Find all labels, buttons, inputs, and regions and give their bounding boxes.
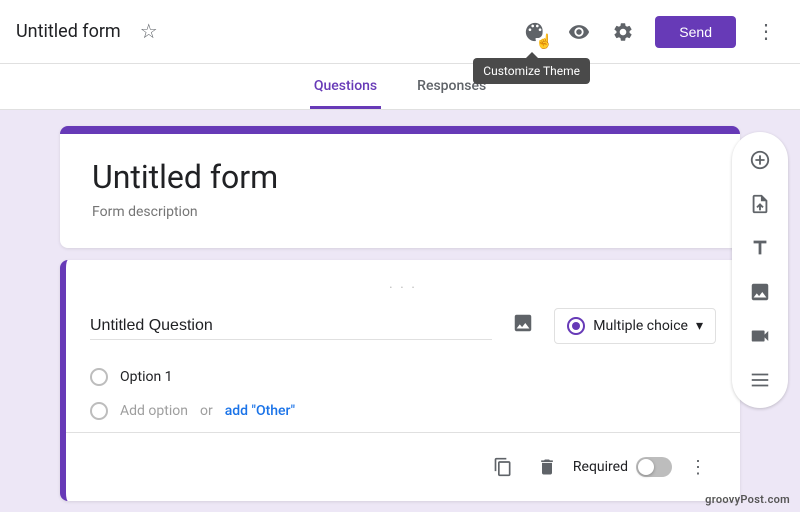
watermark: groovyPost.com xyxy=(705,493,790,506)
header: Untitled form ☆ ☝ Send ⋮ Customize Theme xyxy=(0,0,800,64)
add-option-radio xyxy=(90,402,108,420)
option-1-text[interactable]: Option 1 xyxy=(120,369,173,385)
import-icon xyxy=(749,193,771,215)
sidebar-add-image-button[interactable] xyxy=(740,272,780,312)
add-option-button[interactable]: Add option xyxy=(120,403,188,419)
card-footer: Required ⋮ xyxy=(90,445,716,485)
sidebar-add-section-button[interactable] xyxy=(740,360,780,400)
app-title: Untitled form xyxy=(16,21,121,42)
delete-icon xyxy=(537,457,557,477)
header-actions: ☝ Send ⋮ xyxy=(515,11,784,52)
form-title-card: Untitled form Form description xyxy=(60,126,740,248)
duplicate-icon xyxy=(493,457,513,477)
image-icon xyxy=(512,312,534,334)
tabs-bar: Questions Responses xyxy=(0,64,800,110)
add-image-icon xyxy=(749,281,771,303)
form-title[interactable]: Untitled form xyxy=(92,158,708,196)
video-icon xyxy=(749,325,771,347)
tooltip-customize-theme: Customize Theme xyxy=(473,58,590,84)
required-label: Required xyxy=(573,459,628,475)
sidebar-add-title-button[interactable] xyxy=(740,228,780,268)
settings-button[interactable] xyxy=(603,12,643,52)
form-description[interactable]: Form description xyxy=(92,204,708,220)
add-other-button[interactable]: add "Other" xyxy=(225,403,295,419)
star-button[interactable]: ☆ xyxy=(129,12,169,52)
delete-button[interactable] xyxy=(529,449,565,485)
option-radio-1 xyxy=(90,368,108,386)
type-label: Multiple choice xyxy=(593,318,688,334)
tab-questions[interactable]: Questions xyxy=(310,64,381,109)
main-content: Untitled form Form description · · · Mul… xyxy=(0,110,800,510)
duplicate-button[interactable] xyxy=(485,449,521,485)
or-text: or xyxy=(200,403,213,419)
card-divider xyxy=(66,432,740,433)
radio-filled-icon xyxy=(567,317,585,335)
more-options-button[interactable]: ⋮ xyxy=(748,11,784,52)
more-question-options-button[interactable]: ⋮ xyxy=(680,449,716,485)
required-toggle[interactable] xyxy=(636,457,672,477)
add-image-button[interactable] xyxy=(508,308,538,344)
preview-icon xyxy=(568,21,590,43)
title-icon xyxy=(749,237,771,259)
radio-dot xyxy=(572,322,580,330)
sidebar-add-question-button[interactable] xyxy=(740,140,780,180)
toggle-knob xyxy=(638,459,654,475)
question-card: · · · Multiple choice ▾ Option xyxy=(60,260,740,501)
required-row: Required xyxy=(573,457,672,477)
sidebar-add-video-button[interactable] xyxy=(740,316,780,356)
question-input[interactable] xyxy=(90,313,492,340)
drag-handle[interactable]: · · · xyxy=(90,280,716,296)
add-option-row: Add option or add "Other" xyxy=(90,402,716,420)
type-select-inner: Multiple choice xyxy=(567,317,688,335)
section-icon xyxy=(749,369,771,391)
gear-icon xyxy=(612,21,634,43)
question-row: Multiple choice ▾ xyxy=(90,308,716,344)
sidebar-import-button[interactable] xyxy=(740,184,780,224)
option-row-1: Option 1 xyxy=(90,364,716,390)
send-button[interactable]: Send xyxy=(655,16,736,48)
add-circle-icon xyxy=(749,149,771,171)
chevron-down-icon: ▾ xyxy=(696,318,703,334)
more-vert-icon: ⋮ xyxy=(689,457,707,478)
customize-theme-button[interactable]: ☝ xyxy=(515,12,555,52)
question-type-select[interactable]: Multiple choice ▾ xyxy=(554,308,716,344)
right-sidebar xyxy=(732,132,788,408)
preview-button[interactable] xyxy=(559,12,599,52)
palette-icon xyxy=(524,21,546,43)
